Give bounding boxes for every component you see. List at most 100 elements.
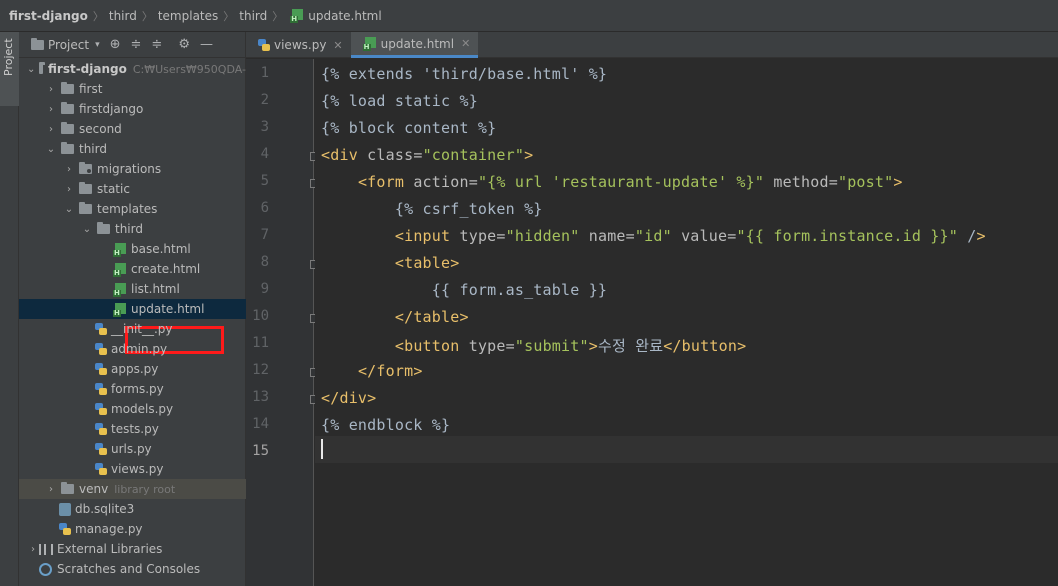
tree-item-tests-py[interactable]: tests.py: [19, 419, 246, 439]
tree-item-static[interactable]: › static: [19, 179, 246, 199]
tree-item-scratches-and-consoles[interactable]: Scratches and Consoles: [19, 559, 246, 579]
python-file-icon: [95, 343, 107, 355]
project-tool-tab-label: Project: [2, 38, 15, 76]
line-number: 15: [252, 443, 269, 459]
python-file-icon: [258, 39, 270, 51]
code-line: {% block content %}: [321, 119, 497, 137]
tree-item-templates[interactable]: ⌄ templates: [19, 199, 246, 219]
tree-item-third[interactable]: ⌄ third: [19, 139, 246, 159]
html-file-icon: [113, 242, 127, 257]
tree-root-path: C:₩Users₩950QDA-: [132, 62, 246, 76]
tree-item-views-py[interactable]: views.py: [19, 459, 246, 479]
tree-root[interactable]: ⌄ first-django C:₩Users₩950QDA-: [19, 59, 246, 79]
tree-item-label: urls.py: [111, 442, 152, 456]
close-icon[interactable]: ✕: [461, 37, 470, 50]
breadcrumb-third-sub[interactable]: third: [239, 9, 267, 23]
tab-update-html[interactable]: update.html ✕: [350, 32, 479, 58]
line-number: 4: [260, 146, 269, 162]
chevron-right-icon[interactable]: ›: [63, 184, 75, 195]
tree-item-second[interactable]: › second: [19, 119, 246, 139]
tree-item-admin-py[interactable]: admin.py: [19, 339, 246, 359]
tree-item-label: migrations: [97, 162, 162, 176]
folder-icon: [97, 222, 110, 234]
python-file-icon: [95, 363, 107, 375]
breadcrumb-templates[interactable]: templates: [158, 9, 218, 23]
tree-item-forms-py[interactable]: forms.py: [19, 379, 246, 399]
tree-item-firstdjango[interactable]: › firstdjango: [19, 99, 246, 119]
code-line: {% load static %}: [321, 92, 478, 110]
gear-icon[interactable]: ⚙: [178, 37, 190, 52]
tree-item-venv[interactable]: › venv library root: [19, 479, 246, 499]
tree-item-label: manage.py: [75, 522, 143, 536]
python-file-icon: [95, 443, 107, 455]
tree-item-third[interactable]: ⌄ third: [19, 219, 246, 239]
breadcrumb: first-django 〉 third 〉 templates 〉 third…: [0, 0, 1058, 32]
chevron-right-icon[interactable]: ›: [27, 544, 39, 555]
line-number: 7: [260, 227, 269, 243]
tree-item-label: templates: [97, 202, 158, 216]
python-file-icon: [95, 323, 107, 335]
code-line: {{ form.as_table }}: [321, 281, 608, 299]
chevron-down-icon[interactable]: ⌄: [45, 144, 57, 155]
tree-item-label: third: [79, 142, 107, 156]
tree-item-list-html[interactable]: list.html: [19, 279, 246, 299]
breadcrumb-third[interactable]: third: [109, 9, 137, 23]
breadcrumb-separator: 〉: [141, 9, 153, 23]
scratches-icon: [39, 562, 53, 576]
breadcrumb-file[interactable]: update.html: [288, 9, 382, 23]
chevron-down-icon[interactable]: ⌄: [27, 64, 35, 75]
tree-item-external-libraries[interactable]: › External Libraries: [19, 539, 246, 559]
database-file-icon: [59, 502, 71, 516]
chevron-right-icon[interactable]: ›: [45, 124, 57, 135]
tree-item-label: second: [79, 122, 122, 136]
tree-item-urls-py[interactable]: urls.py: [19, 439, 246, 459]
chevron-right-icon[interactable]: ›: [45, 104, 57, 115]
python-file-icon: [95, 383, 107, 395]
chevron-down-icon[interactable]: ⌄: [81, 224, 93, 235]
project-view-selector[interactable]: Project: [48, 38, 89, 52]
collapse-all-icon[interactable]: ≑: [151, 37, 162, 52]
breadcrumb-separator: 〉: [92, 9, 104, 23]
tree-item-db-sqlite3[interactable]: db.sqlite3: [19, 499, 246, 519]
python-file-icon: [95, 423, 107, 435]
chevron-down-icon[interactable]: ▾: [95, 40, 100, 50]
line-number: 6: [260, 200, 269, 216]
tree-item-apps-py[interactable]: apps.py: [19, 359, 246, 379]
library-icon: [39, 543, 53, 555]
tree-item-init-py[interactable]: __init__.py: [19, 319, 246, 339]
tree-item-models-py[interactable]: models.py: [19, 399, 246, 419]
tree-item-base-html[interactable]: base.html: [19, 239, 246, 259]
tree-item-label: models.py: [111, 402, 174, 416]
html-file-icon: [113, 282, 127, 297]
folder-icon: [79, 182, 92, 194]
tree-item-migrations[interactable]: › migrations: [19, 159, 246, 179]
code-editor[interactable]: {% extends 'third/base.html' %} {% load s…: [315, 59, 1058, 586]
editor-tab-bar: views.py ✕ update.html ✕: [246, 32, 1058, 58]
line-number: 5: [260, 173, 269, 189]
python-file-icon: [59, 523, 71, 535]
locate-icon[interactable]: ⊕: [110, 37, 121, 52]
hide-icon[interactable]: —: [200, 37, 213, 52]
chevron-right-icon[interactable]: ›: [45, 84, 57, 95]
code-line: {% endblock %}: [321, 416, 451, 434]
close-icon[interactable]: ✕: [333, 39, 342, 52]
tree-item-create-html[interactable]: create.html: [19, 259, 246, 279]
tree-item-update-html[interactable]: update.html: [19, 299, 246, 319]
chevron-right-icon[interactable]: ›: [45, 484, 57, 495]
code-line: {% extends 'third/base.html' %}: [321, 65, 608, 83]
code-line: </div>: [321, 389, 377, 407]
text-caret: [321, 439, 323, 459]
tab-views-py[interactable]: views.py ✕: [246, 32, 351, 58]
breadcrumb-project[interactable]: first-django: [9, 9, 88, 23]
folder-icon: [61, 482, 74, 494]
project-tool-tab[interactable]: Project: [0, 32, 19, 106]
chevron-right-icon[interactable]: ›: [63, 164, 75, 175]
expand-all-icon[interactable]: ≑: [131, 37, 142, 52]
tree-item-first[interactable]: › first: [19, 79, 246, 99]
line-number: 13: [252, 389, 269, 405]
line-number: 10: [252, 308, 269, 324]
tree-item-manage-py[interactable]: manage.py: [19, 519, 246, 539]
chevron-down-icon[interactable]: ⌄: [63, 204, 75, 215]
html-file-icon: [113, 302, 127, 317]
tree-item-label: Scratches and Consoles: [57, 562, 201, 576]
